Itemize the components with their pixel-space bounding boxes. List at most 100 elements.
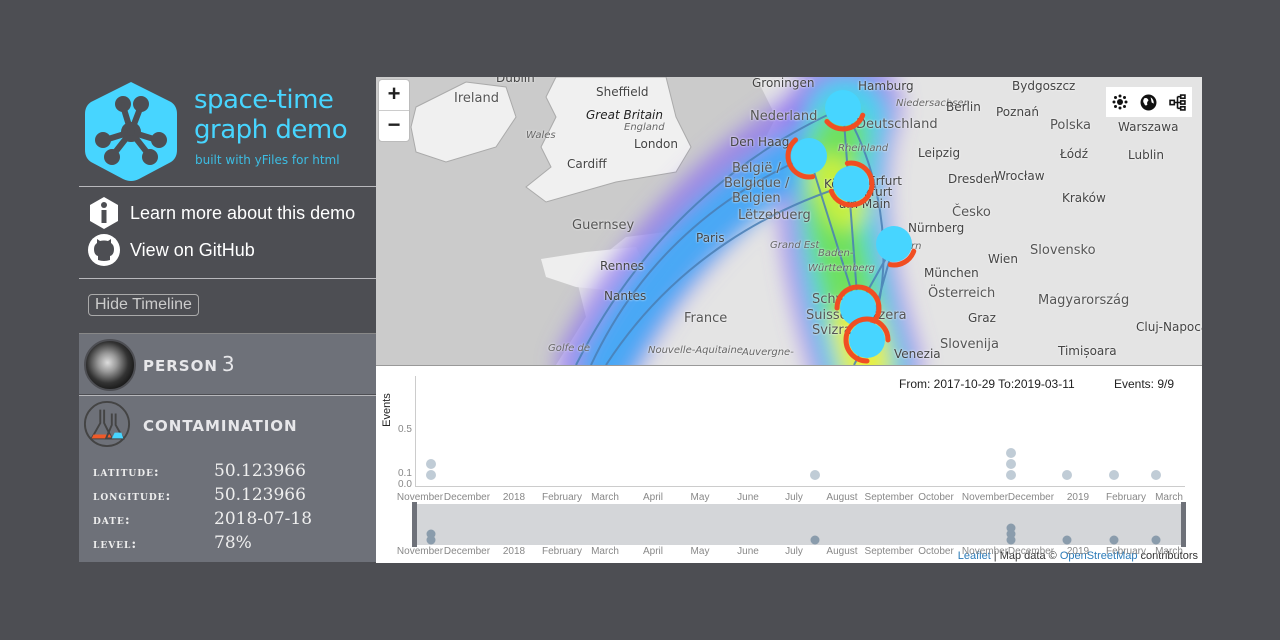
overview-tick-label: September [864, 546, 914, 557]
map-toolbar [1106, 87, 1192, 117]
zoom-in-button[interactable]: + [379, 80, 409, 110]
overview-event-point [1109, 535, 1119, 545]
x-tick-label: October [918, 492, 954, 503]
info-icon [90, 197, 118, 229]
latitude-row: LATITUDE: 50.123966 [93, 461, 306, 481]
overview-tick-label: 2019 [1066, 546, 1090, 557]
date-row: DATE: 2018-07-18 [93, 509, 312, 529]
graph-node[interactable] [785, 137, 827, 180]
node-circle [833, 166, 869, 202]
zoom-out-button[interactable]: − [379, 110, 409, 141]
date-key: DATE: [93, 513, 131, 528]
event-point[interactable] [1108, 470, 1119, 480]
level-key: LEVEL: [93, 537, 138, 552]
x-tick-label: 2018 [502, 492, 526, 503]
timeline-range: From: 2017-10-29 To:2019-03-11 [899, 377, 1075, 391]
longitude-key: LONGITUDE: [93, 489, 172, 504]
x-tick-label: August [826, 492, 858, 503]
overview-tick-label: August [826, 546, 858, 557]
overview-tick-label: March [1155, 546, 1183, 557]
divider [79, 278, 376, 279]
overview-tick-label: February [1105, 546, 1147, 557]
graph-layout-icon[interactable] [1112, 94, 1128, 110]
person-panel[interactable]: PERSON 3 [79, 334, 376, 394]
x-tick-label: December [443, 492, 491, 503]
y-axis [415, 376, 416, 486]
event-point[interactable] [810, 470, 821, 480]
timeline-event-count: Events: 9/9 [1114, 377, 1175, 391]
graph-nodes [785, 90, 917, 364]
github-label: View on GitHub [130, 239, 255, 260]
graph-node[interactable] [843, 316, 891, 364]
overview-event-point [1151, 535, 1161, 545]
longitude-value: 50.123966 [214, 485, 306, 505]
title-line-2: graph demo [194, 115, 348, 145]
level-row: LEVEL: 78% [93, 533, 252, 553]
github-link[interactable]: View on GitHub [87, 233, 255, 267]
x-tick-label: July [785, 492, 803, 503]
y-tick-label: 0.5 [398, 424, 412, 435]
globe-icon[interactable] [1140, 94, 1157, 111]
timeline[interactable]: From: 2017-10-29 To:2019-03-11 Events: 9… [376, 365, 1202, 563]
yfiles-logo-icon [85, 82, 177, 181]
map[interactable]: Dublin Ireland Sheffield Great Britain Engla… [376, 77, 1202, 365]
event-point[interactable] [425, 470, 436, 480]
x-tick-label: 2019 [1066, 492, 1090, 503]
x-tick-label: May [690, 492, 710, 503]
overview-tick-label: July [785, 546, 803, 557]
node-circle [791, 138, 827, 174]
overview-tick-label: December [1007, 546, 1055, 557]
graph-node[interactable] [824, 90, 866, 132]
learn-more-label: Learn more about this demo [130, 202, 356, 223]
person-label: PERSON [143, 357, 218, 375]
y-tick-label: 0.0 [398, 479, 412, 490]
overview-tick-label: November [396, 546, 444, 557]
overview-tick-label: May [690, 546, 710, 557]
x-tick-label: November [961, 492, 1009, 503]
zoom-control: + − [378, 79, 410, 142]
overview-tick-label: April [642, 546, 664, 557]
latitude-value: 50.123966 [214, 461, 306, 481]
overview-event-point [810, 535, 820, 545]
graph-node[interactable] [828, 160, 875, 208]
x-tick-label: April [642, 492, 664, 503]
overview-tick-label: June [737, 546, 759, 557]
app-subtitle: built with yFiles for html [195, 153, 340, 167]
brush-handle-left[interactable] [412, 502, 417, 547]
event-point[interactable] [1006, 470, 1017, 480]
brush-handle-right[interactable] [1181, 502, 1186, 547]
x-tick-label: September [864, 492, 914, 503]
contamination-panel: CONTAMINATION LATITUDE: 50.123966 LONGITU… [79, 396, 376, 562]
node-circle [849, 322, 885, 358]
event-point[interactable] [1006, 448, 1017, 458]
overview-event-point [1062, 535, 1072, 545]
x-tick-label: March [591, 492, 619, 503]
hide-timeline-button[interactable]: Hide Timeline [88, 294, 199, 316]
latitude-key: LATITUDE: [93, 465, 160, 480]
hierarchy-icon[interactable] [1169, 93, 1186, 111]
learn-more-link[interactable]: Learn more about this demo [87, 196, 355, 230]
overview-tick-label: October [918, 546, 954, 557]
overview-tick-label: March [591, 546, 619, 557]
x-axis [415, 486, 1185, 487]
event-point[interactable] [1150, 470, 1161, 480]
x-tick-label: November [396, 492, 444, 503]
level-value: 78% [214, 533, 252, 553]
app-title: space-time graph demo [194, 85, 348, 145]
divider [79, 186, 376, 187]
overview-tick-label: December [443, 546, 491, 557]
overview-tick-label: February [541, 546, 583, 557]
graph-node[interactable] [876, 226, 917, 268]
person-number: 3 [221, 352, 236, 376]
github-icon [88, 234, 120, 266]
event-point[interactable] [1061, 470, 1072, 480]
event-point[interactable] [425, 459, 436, 469]
x-tick-label: February [1105, 492, 1147, 503]
sidebar: space-time graph demo built with yFiles … [79, 77, 376, 562]
event-point[interactable] [1006, 459, 1017, 469]
x-tick-label: February [541, 492, 583, 503]
y-axis-label: Events [380, 393, 393, 427]
overview-tick-label: November [961, 546, 1009, 557]
overview-event-point [426, 529, 436, 539]
date-value: 2018-07-18 [214, 509, 313, 529]
